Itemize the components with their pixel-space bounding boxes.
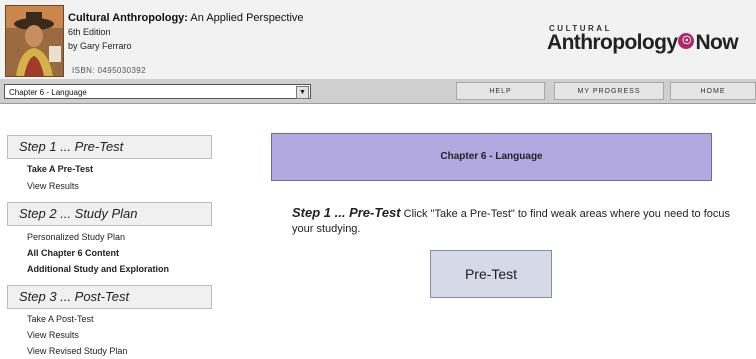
- help-button[interactable]: HELP: [456, 82, 545, 100]
- step2-heading: Step 2 ... Study Plan: [7, 202, 212, 226]
- brand-globe-icon: ☉: [678, 33, 695, 50]
- personalized-study-plan-link[interactable]: Personalized Study Plan: [27, 232, 125, 242]
- view-revised-study-plan-link[interactable]: View Revised Study Plan: [27, 346, 127, 356]
- book-cover-image: [5, 5, 64, 77]
- step1-heading: Step 1 ... Pre-Test: [7, 135, 212, 159]
- view-results-link[interactable]: View Results: [27, 181, 79, 191]
- book-isbn: ISBN: 0495030392: [72, 66, 147, 75]
- take-pretest-link[interactable]: Take A Pre-Test: [27, 164, 93, 174]
- pretest-button[interactable]: Pre-Test: [430, 250, 552, 298]
- chapter-select[interactable]: Chapter 6 - Language ▼: [4, 84, 311, 99]
- book-author: by Gary Ferraro: [68, 41, 132, 51]
- book-edition: 6th Edition: [68, 27, 111, 37]
- step1-instruction: Step 1 ... Pre-Test Click "Take a Pre-Te…: [292, 205, 731, 235]
- take-posttest-link[interactable]: Take A Post-Test: [27, 314, 94, 324]
- step3-heading: Step 3 ... Post-Test: [7, 285, 212, 309]
- chapter-banner: Chapter 6 - Language: [271, 133, 712, 181]
- all-chapter-content-link[interactable]: All Chapter 6 Content: [27, 248, 119, 258]
- book-title: Cultural Anthropology: An Applied Perspe…: [68, 12, 304, 24]
- my-progress-button[interactable]: MY PROGRESS: [554, 82, 664, 100]
- brand-logo: CULTURAL Anthropology ☉ Now: [547, 24, 739, 54]
- dropdown-arrow-icon[interactable]: ▼: [296, 86, 309, 99]
- view-results-link[interactable]: View Results: [27, 330, 79, 340]
- home-button[interactable]: HOME: [670, 82, 756, 100]
- additional-study-link[interactable]: Additional Study and Exploration: [27, 264, 169, 274]
